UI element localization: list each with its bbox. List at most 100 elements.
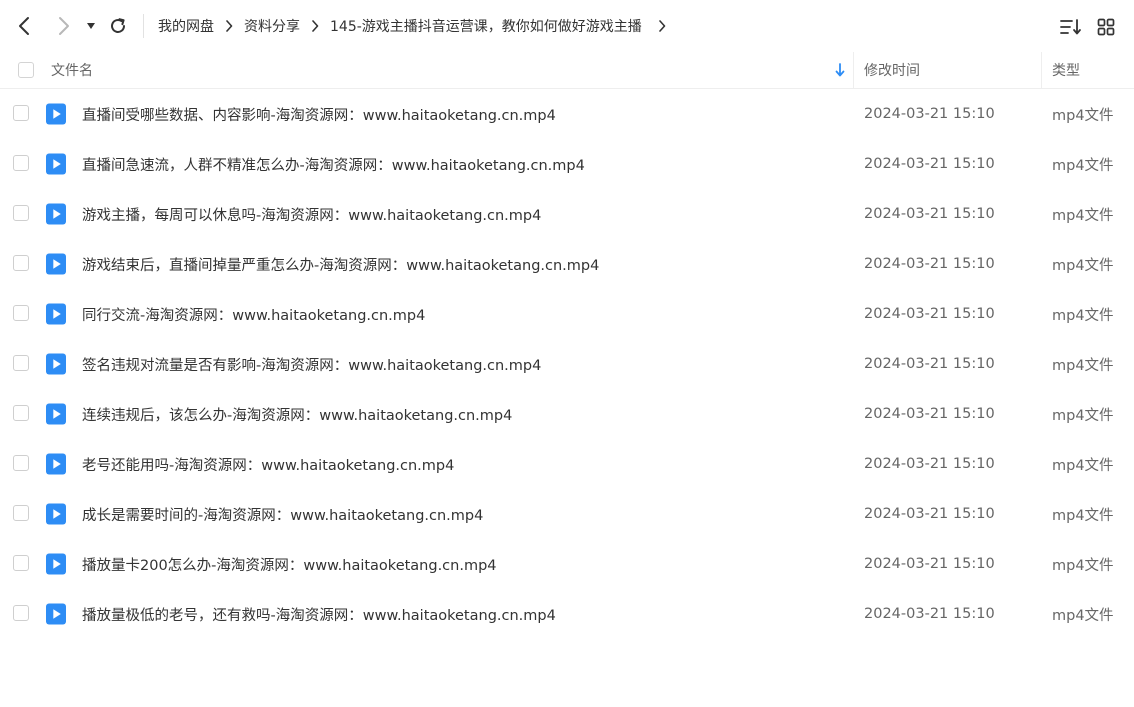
file-name[interactable]: 签名违规对流量是否有影响-海淘资源网：www.haitaoketang.cn.m… [82,339,541,389]
file-type: mp4文件 [1052,107,1114,124]
breadcrumb-item-my-drive[interactable]: 我的网盘 [158,16,214,36]
video-file-icon [46,253,66,275]
file-name[interactable]: 直播间急速流，人群不精准怎么办-海淘资源网：www.haitaoketang.c… [82,139,585,189]
caret-down-icon [87,23,95,29]
list-header: 文件名 修改时间 类型 [0,52,1134,89]
file-modified-time: 2024-03-21 15:10 [864,556,995,572]
file-type: mp4文件 [1052,507,1114,524]
table-row[interactable]: 直播间急速流，人群不精准怎么办-海淘资源网：www.haitaoketang.c… [0,139,1134,189]
file-modified-time: 2024-03-21 15:10 [864,256,995,272]
video-file-icon [46,453,66,475]
file-type: mp4文件 [1052,457,1114,474]
history-dropdown-button[interactable] [80,11,102,41]
video-file-icon [46,153,66,175]
column-divider[interactable] [1041,52,1042,88]
file-name[interactable]: 游戏主播，每周可以休息吗-海淘资源网：www.haitaoketang.cn.m… [82,189,541,239]
forward-button[interactable] [48,11,78,41]
breadcrumb: 我的网盘 资料分享 145-游戏主播抖音运营课，教你如何做好游戏主播 [158,0,666,52]
sort-direction-button[interactable] [833,60,847,80]
file-type: mp4文件 [1052,207,1114,224]
chevron-right-icon [59,17,69,35]
breadcrumb-item-current-folder[interactable]: 145-游戏主播抖音运营课，教你如何做好游戏主播 [330,16,642,36]
column-divider[interactable] [853,52,854,88]
file-name[interactable]: 播放量极低的老号，还有救吗-海淘资源网：www.haitaoketang.cn.… [82,589,556,639]
chevron-right-icon [214,16,244,36]
table-row[interactable]: 成长是需要时间的-海淘资源网：www.haitaoketang.cn.mp4 2… [0,489,1134,539]
file-modified-time: 2024-03-21 15:10 [864,456,995,472]
row-checkbox[interactable] [13,305,29,321]
file-modified-time: 2024-03-21 15:10 [864,106,995,122]
column-header-modified[interactable]: 修改时间 [864,52,920,88]
video-file-icon [46,603,66,625]
video-file-icon [46,203,66,225]
file-modified-time: 2024-03-21 15:10 [864,606,995,622]
table-row[interactable]: 老号还能用吗-海淘资源网：www.haitaoketang.cn.mp4 202… [0,439,1134,489]
video-file-icon [46,303,66,325]
file-type: mp4文件 [1052,307,1114,324]
table-row[interactable]: 游戏主播，每周可以休息吗-海淘资源网：www.haitaoketang.cn.m… [0,189,1134,239]
file-type: mp4文件 [1052,157,1114,174]
file-type: mp4文件 [1052,557,1114,574]
chevron-right-icon [300,16,330,36]
sort-list-icon [1060,19,1081,35]
column-header-name-label: 文件名 [51,63,93,79]
column-header-name[interactable]: 文件名 [51,52,851,88]
file-type: mp4文件 [1052,357,1114,374]
select-all-cell [18,52,34,88]
file-modified-time: 2024-03-21 15:10 [864,206,995,222]
file-type: mp4文件 [1052,407,1114,424]
video-file-icon [46,103,66,125]
chevron-left-icon [19,17,29,35]
sort-button[interactable] [1058,14,1084,40]
column-header-type[interactable]: 类型 [1052,52,1080,88]
arrow-down-icon [835,63,845,77]
row-checkbox[interactable] [13,555,29,571]
row-checkbox[interactable] [13,405,29,421]
file-name[interactable]: 成长是需要时间的-海淘资源网：www.haitaoketang.cn.mp4 [82,489,483,539]
table-row[interactable]: 游戏结束后，直播间掉量严重怎么办-海淘资源网：www.haitaoketang.… [0,239,1134,289]
refresh-button[interactable] [103,11,133,41]
file-name[interactable]: 游戏结束后，直播间掉量严重怎么办-海淘资源网：www.haitaoketang.… [82,239,599,289]
table-row[interactable]: 连续违规后，该怎么办-海淘资源网：www.haitaoketang.cn.mp4… [0,389,1134,439]
column-header-type-label: 类型 [1052,63,1080,79]
video-file-icon [46,353,66,375]
file-name[interactable]: 老号还能用吗-海淘资源网：www.haitaoketang.cn.mp4 [82,439,454,489]
column-header-modified-label: 修改时间 [864,63,920,79]
video-file-icon [46,403,66,425]
row-checkbox[interactable] [13,455,29,471]
table-row[interactable]: 播放量卡200怎么办-海淘资源网：www.haitaoketang.cn.mp4… [0,539,1134,589]
toolbar: 我的网盘 资料分享 145-游戏主播抖音运营课，教你如何做好游戏主播 [0,0,1134,52]
file-name[interactable]: 连续违规后，该怎么办-海淘资源网：www.haitaoketang.cn.mp4 [82,389,512,439]
breadcrumb-item-shared[interactable]: 资料分享 [244,16,300,36]
table-row[interactable]: 同行交流-海淘资源网：www.haitaoketang.cn.mp4 2024-… [0,289,1134,339]
row-checkbox[interactable] [13,155,29,171]
table-row[interactable]: 签名违规对流量是否有影响-海淘资源网：www.haitaoketang.cn.m… [0,339,1134,389]
file-modified-time: 2024-03-21 15:10 [864,306,995,322]
file-name[interactable]: 播放量卡200怎么办-海淘资源网：www.haitaoketang.cn.mp4 [82,539,497,589]
grid-view-button[interactable] [1093,14,1119,40]
file-modified-time: 2024-03-21 15:10 [864,506,995,522]
row-checkbox[interactable] [13,255,29,271]
chevron-right-icon[interactable] [642,16,666,36]
row-checkbox[interactable] [13,505,29,521]
file-modified-time: 2024-03-21 15:10 [864,406,995,422]
select-all-checkbox[interactable] [18,62,34,78]
file-modified-time: 2024-03-21 15:10 [864,156,995,172]
file-browser: 我的网盘 资料分享 145-游戏主播抖音运营课，教你如何做好游戏主播 文件名 修… [0,0,1134,707]
video-file-icon [46,503,66,525]
row-checkbox[interactable] [13,205,29,221]
refresh-icon [111,18,125,33]
file-type: mp4文件 [1052,607,1114,624]
toolbar-divider [143,14,144,38]
file-type: mp4文件 [1052,257,1114,274]
table-row[interactable]: 播放量极低的老号，还有救吗-海淘资源网：www.haitaoketang.cn.… [0,589,1134,639]
grid-view-icon [1097,18,1115,36]
back-button[interactable] [10,11,40,41]
file-name[interactable]: 同行交流-海淘资源网：www.haitaoketang.cn.mp4 [82,289,425,339]
file-name[interactable]: 直播间受哪些数据、内容影响-海淘资源网：www.haitaoketang.cn.… [82,89,556,139]
row-checkbox[interactable] [13,355,29,371]
table-row[interactable]: 直播间受哪些数据、内容影响-海淘资源网：www.haitaoketang.cn.… [0,89,1134,139]
row-checkbox[interactable] [13,105,29,121]
file-list: 直播间受哪些数据、内容影响-海淘资源网：www.haitaoketang.cn.… [0,89,1134,639]
row-checkbox[interactable] [13,605,29,621]
